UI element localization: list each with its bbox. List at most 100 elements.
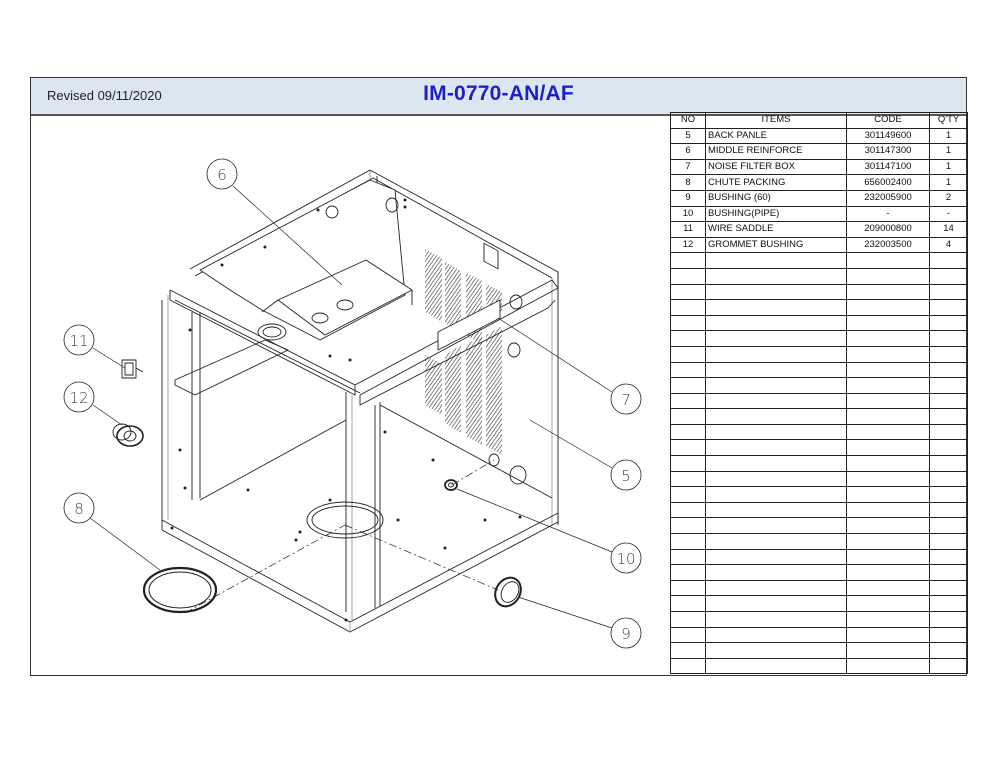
part-number-cell: 12 bbox=[670, 236, 706, 254]
empty-cell bbox=[846, 252, 930, 269]
empty-cell bbox=[846, 626, 930, 644]
quantity-cell: 14 bbox=[929, 221, 968, 238]
empty-cell bbox=[670, 564, 706, 581]
empty-cell bbox=[929, 642, 968, 659]
empty-cell bbox=[670, 657, 706, 675]
empty-cell bbox=[846, 657, 930, 675]
empty-table-row bbox=[670, 595, 968, 612]
empty-cell bbox=[929, 252, 968, 269]
svg-text:5: 5 bbox=[621, 467, 631, 485]
empty-cell bbox=[929, 517, 968, 535]
empty-table-row bbox=[670, 439, 968, 457]
item-name-cell: MIDDLE REINFORCE bbox=[705, 143, 847, 160]
parts-list-table: NO ITEMS CODE Q'TY 5 BACK PANLE 301149600 1… bbox=[670, 112, 968, 675]
empty-cell bbox=[670, 533, 706, 550]
empty-cell bbox=[846, 439, 930, 457]
callout-5: 5 bbox=[610, 459, 642, 491]
empty-table-row bbox=[670, 455, 968, 472]
empty-cell bbox=[929, 595, 968, 612]
quantity-cell: - bbox=[929, 205, 968, 223]
empty-table-row bbox=[670, 314, 968, 332]
empty-cell bbox=[846, 642, 930, 659]
empty-table-row bbox=[670, 642, 968, 659]
part-number-cell: 6 bbox=[670, 143, 706, 160]
empty-table-row bbox=[670, 283, 968, 301]
quantity-cell: 1 bbox=[929, 174, 968, 191]
empty-table-row bbox=[670, 299, 968, 316]
bushing-pipe-part bbox=[444, 479, 458, 491]
empty-table-row bbox=[670, 361, 968, 379]
svg-text:12: 12 bbox=[69, 389, 88, 407]
empty-table-row bbox=[670, 392, 968, 410]
empty-cell bbox=[670, 579, 706, 597]
empty-cell bbox=[705, 392, 847, 410]
empty-cell bbox=[929, 486, 968, 503]
empty-table-row bbox=[670, 252, 968, 269]
empty-cell bbox=[670, 439, 706, 457]
callout-9: 9 bbox=[610, 617, 642, 649]
svg-text:9: 9 bbox=[621, 625, 631, 643]
part-number-cell: 11 bbox=[670, 221, 706, 238]
quantity-cell: 1 bbox=[929, 143, 968, 160]
part-code-cell: 656002400 bbox=[846, 174, 930, 191]
empty-cell bbox=[846, 548, 930, 566]
empty-cell bbox=[705, 595, 847, 612]
svg-text:6: 6 bbox=[217, 166, 227, 184]
empty-cell bbox=[929, 377, 968, 394]
empty-cell bbox=[846, 408, 930, 425]
empty-cell bbox=[670, 283, 706, 301]
empty-cell bbox=[929, 345, 968, 363]
empty-cell bbox=[705, 626, 847, 644]
empty-table-row bbox=[670, 423, 968, 441]
empty-cell bbox=[705, 345, 847, 363]
callout-6: 6 bbox=[206, 158, 238, 190]
svg-text:11: 11 bbox=[69, 332, 88, 350]
empty-table-row bbox=[670, 470, 968, 488]
quantity-cell: 4 bbox=[929, 236, 968, 254]
column-header-items: ITEMS bbox=[705, 112, 847, 129]
empty-cell bbox=[670, 330, 706, 347]
empty-cell bbox=[846, 486, 930, 503]
bushing-60-part bbox=[494, 576, 522, 608]
empty-cell bbox=[670, 501, 706, 519]
quantity-cell: 1 bbox=[929, 158, 968, 176]
empty-table-row bbox=[670, 657, 968, 675]
quantity-cell: 1 bbox=[929, 127, 968, 145]
empty-cell bbox=[846, 299, 930, 316]
empty-cell bbox=[846, 330, 930, 347]
wire-saddle-part bbox=[121, 359, 144, 379]
chute-packing-ring bbox=[142, 566, 218, 614]
empty-cell bbox=[929, 267, 968, 285]
grommet-bushing-part bbox=[112, 423, 144, 447]
empty-table-row bbox=[670, 345, 968, 363]
empty-cell bbox=[846, 501, 930, 519]
empty-cell bbox=[670, 626, 706, 644]
empty-cell bbox=[846, 267, 930, 285]
empty-cell bbox=[670, 423, 706, 441]
empty-cell bbox=[929, 611, 968, 628]
part-code-cell: - bbox=[846, 205, 930, 223]
empty-table-row bbox=[670, 330, 968, 347]
table-row: 7 NOISE FILTER BOX 301147100 1 bbox=[670, 158, 968, 176]
empty-cell bbox=[929, 470, 968, 488]
table-row: 10 BUSHING(PIPE) - - bbox=[670, 205, 968, 223]
empty-table-row bbox=[670, 548, 968, 566]
empty-cell bbox=[670, 595, 706, 612]
empty-table-row bbox=[670, 501, 968, 519]
empty-cell bbox=[670, 486, 706, 503]
empty-cell bbox=[846, 314, 930, 332]
item-name-cell: BUSHING (60) bbox=[705, 189, 847, 207]
empty-cell bbox=[705, 377, 847, 394]
empty-cell bbox=[846, 564, 930, 581]
part-code-cell: 232003500 bbox=[846, 236, 930, 254]
empty-cell bbox=[846, 611, 930, 628]
empty-cell bbox=[705, 564, 847, 581]
table-row: 8 CHUTE PACKING 656002400 1 bbox=[670, 174, 968, 191]
empty-cell bbox=[705, 330, 847, 347]
empty-cell bbox=[705, 314, 847, 332]
empty-cell bbox=[705, 642, 847, 659]
empty-cell bbox=[929, 564, 968, 581]
empty-cell bbox=[929, 299, 968, 316]
back-panel-louvers bbox=[425, 242, 502, 455]
part-code-cell: 301147100 bbox=[846, 158, 930, 176]
